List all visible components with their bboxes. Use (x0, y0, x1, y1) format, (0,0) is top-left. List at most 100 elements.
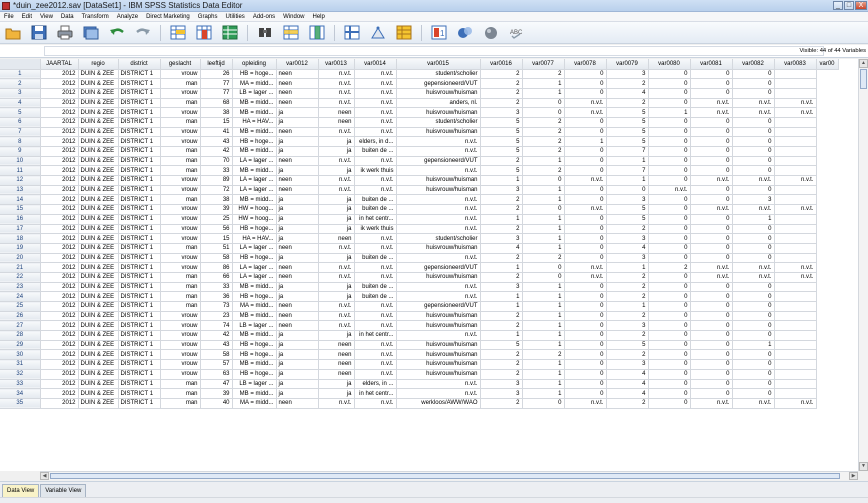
data-cell[interactable]: 1 (522, 185, 565, 196)
data-cell[interactable]: n.v.t. (732, 204, 775, 215)
data-cell[interactable] (774, 146, 817, 157)
data-cell[interactable]: 0 (648, 175, 691, 186)
data-cell[interactable]: ja (276, 282, 319, 293)
data-cell[interactable]: n.v.t. (354, 243, 397, 254)
data-cell[interactable]: 38 (200, 107, 233, 118)
data-cell[interactable]: LB = lager ... (232, 88, 277, 99)
data-cell[interactable]: n.v.t. (690, 272, 733, 283)
data-cell[interactable]: 0 (648, 98, 691, 109)
data-cell[interactable]: DISTRICT 1 (118, 262, 161, 273)
data-cell[interactable]: 0 (732, 359, 775, 370)
data-cell[interactable]: 1 (606, 262, 649, 273)
data-cell[interactable]: vrouw (160, 204, 201, 215)
data-cell[interactable]: buiten de ... (354, 253, 397, 264)
data-cell[interactable]: 5 (606, 340, 649, 351)
data-cell[interactable]: n.v.t. (318, 320, 355, 332)
data-cell[interactable]: n.v.t. (354, 369, 397, 380)
data-cell[interactable]: n.v.t. (396, 214, 481, 225)
data-cell[interactable]: 0 (648, 379, 691, 390)
data-cell[interactable]: DUIN & ZEE (78, 185, 119, 196)
data-cell[interactable]: 3 (480, 185, 523, 196)
data-cell[interactable]: 3 (606, 359, 649, 370)
data-cell[interactable]: neen (276, 88, 319, 99)
data-cell[interactable]: 0 (732, 117, 775, 128)
data-cell[interactable]: 1 (732, 340, 775, 351)
data-cell[interactable]: DISTRICT 1 (118, 272, 161, 283)
scroll-right-button[interactable]: ▶ (849, 472, 858, 480)
scroll-left-button[interactable]: ◀ (40, 472, 49, 480)
data-cell[interactable]: DISTRICT 1 (118, 175, 161, 186)
data-cell[interactable]: LA = lager ... (232, 156, 277, 167)
data-cell[interactable]: huisvrouw/huisman (396, 349, 481, 361)
data-cell[interactable]: DUIN & ZEE (78, 224, 119, 235)
data-cell[interactable]: 2 (480, 88, 523, 99)
data-cell[interactable]: HB = hoge... (232, 349, 277, 361)
data-cell[interactable]: 0 (648, 69, 691, 80)
data-cell[interactable]: 41 (200, 127, 233, 138)
data-cell[interactable]: 1 (522, 194, 565, 206)
open-folder-icon[interactable] (4, 24, 22, 41)
data-cell[interactable]: 1 (522, 340, 565, 351)
row-number[interactable]: 33 (0, 379, 41, 390)
row-number[interactable]: 18 (0, 233, 41, 244)
data-cell[interactable]: vrouw (160, 262, 201, 273)
row-number[interactable]: 1 (0, 69, 41, 80)
data-cell[interactable]: 2 (480, 369, 523, 380)
data-cell[interactable]: 0 (690, 379, 733, 390)
data-cell[interactable]: MA = midd... (232, 301, 277, 312)
data-cell[interactable]: 1 (522, 330, 565, 341)
data-cell[interactable]: 0 (732, 88, 775, 99)
data-cell[interactable]: 0 (732, 127, 775, 138)
data-cell[interactable]: n.v.t. (774, 262, 817, 273)
data-cell[interactable]: n.v.t. (648, 185, 691, 196)
data-cell[interactable]: 0 (732, 388, 775, 399)
data-cell[interactable]: 0 (690, 136, 733, 147)
data-cell[interactable]: DISTRICT 1 (118, 117, 161, 128)
data-cell[interactable]: 2012 (40, 165, 79, 177)
data-cell[interactable] (774, 253, 817, 264)
row-number[interactable]: 19 (0, 243, 41, 254)
data-cell[interactable]: 0 (732, 156, 775, 167)
row-number[interactable]: 9 (0, 146, 41, 157)
data-cell[interactable]: 2 (606, 224, 649, 235)
data-cell[interactable]: 0 (564, 379, 607, 390)
data-cell[interactable]: 39 (200, 204, 233, 215)
data-cell[interactable]: neen (318, 369, 355, 380)
row-number[interactable]: 23 (0, 282, 41, 293)
data-cell[interactable]: 2012 (40, 175, 79, 186)
data-cell[interactable]: 42 (200, 146, 233, 157)
row-number[interactable]: 22 (0, 272, 41, 283)
menu-data[interactable]: Data (57, 14, 78, 20)
data-cell[interactable]: n.v.t. (774, 107, 817, 118)
row-number[interactable]: 30 (0, 349, 41, 361)
data-cell[interactable]: DISTRICT 1 (118, 185, 161, 196)
data-cell[interactable]: 5 (480, 127, 523, 138)
data-cell[interactable]: 0 (690, 78, 733, 89)
data-cell[interactable]: neen (276, 272, 319, 283)
row-number[interactable]: 21 (0, 262, 41, 273)
data-cell[interactable]: 15 (200, 117, 233, 128)
column-header-jaartal[interactable]: JAARTAL (40, 59, 79, 70)
data-cell[interactable]: 2012 (40, 136, 79, 147)
data-cell[interactable]: 2 (480, 349, 523, 361)
data-cell[interactable]: huisvrouw/huisman (396, 107, 481, 118)
data-cell[interactable]: 0 (690, 233, 733, 244)
data-cell[interactable]: HW = hoog... (232, 204, 277, 215)
data-cell[interactable]: DISTRICT 1 (118, 156, 161, 167)
save-icon[interactable] (30, 24, 48, 41)
data-cell[interactable]: elders, in ... (354, 379, 397, 390)
data-cell[interactable]: buiten de ... (354, 194, 397, 206)
data-cell[interactable]: n.v.t. (354, 88, 397, 99)
data-cell[interactable]: neen (276, 320, 319, 332)
data-cell[interactable]: 33 (200, 282, 233, 293)
data-cell[interactable]: DUIN & ZEE (78, 204, 119, 215)
data-cell[interactable]: huisvrouw/huisman (396, 311, 481, 322)
data-cell[interactable]: 5 (606, 214, 649, 225)
vertical-scrollbar[interactable]: ▲ ▼ (858, 59, 868, 471)
data-cell[interactable]: 0 (690, 117, 733, 128)
data-cell[interactable]: 23 (200, 311, 233, 322)
data-cell[interactable]: 40 (200, 398, 233, 409)
data-cell[interactable]: 2 (522, 165, 565, 177)
data-cell[interactable]: n.v.t. (354, 398, 397, 409)
data-cell[interactable]: LA = lager ... (232, 243, 277, 254)
